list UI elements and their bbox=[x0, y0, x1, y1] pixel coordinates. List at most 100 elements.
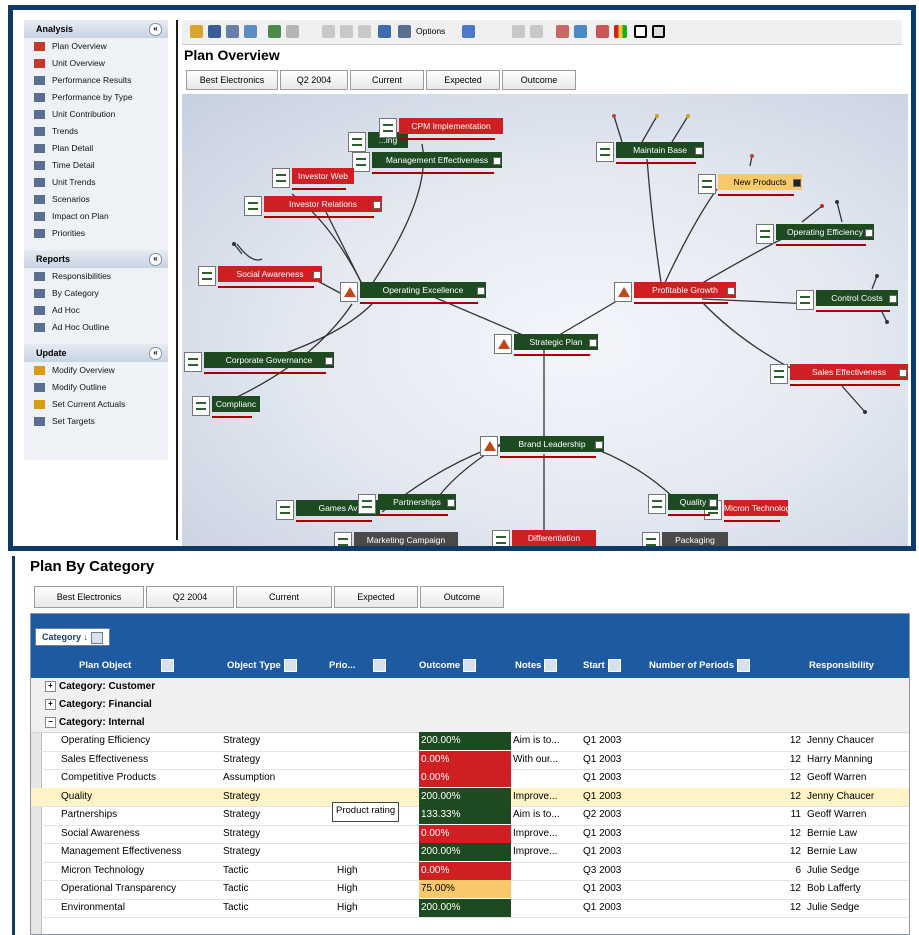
table-row[interactable]: Competitive Products Assumption 0.00% Q1 20… bbox=[31, 769, 909, 789]
cell-priority[interactable]: High bbox=[337, 899, 417, 917]
node-brand-leadership[interactable]: Brand Leadership bbox=[480, 436, 604, 458]
chart-type-icon[interactable] bbox=[462, 25, 475, 38]
table-row[interactable]: Partnerships Strategy 133.33% Aim is to... Q… bbox=[31, 806, 909, 826]
zoom-out-icon[interactable] bbox=[530, 25, 543, 38]
forward-icon[interactable] bbox=[286, 25, 299, 38]
node-maintain-base[interactable]: Maintain Base bbox=[596, 142, 704, 164]
collapse-icon[interactable]: − bbox=[45, 716, 56, 728]
table-row[interactable]: Operational Transparency Tactic High 75.00%… bbox=[31, 880, 909, 900]
sidebar-item-priorities[interactable]: Priorities bbox=[24, 225, 168, 242]
expand-icon[interactable] bbox=[325, 357, 333, 365]
cell-number-of-periods[interactable]: 12 bbox=[651, 769, 801, 787]
expand-icon[interactable] bbox=[589, 339, 597, 347]
expand-icon[interactable] bbox=[889, 295, 897, 303]
options-menu[interactable]: Options bbox=[416, 26, 445, 36]
table-row[interactable]: Social Awareness Strategy 0.00% Improve... Q… bbox=[31, 824, 909, 844]
node-corporate-governance[interactable]: Corporate Governance bbox=[184, 352, 334, 374]
cell-start[interactable]: Q1 2003 bbox=[583, 751, 647, 769]
cell-responsibility[interactable]: Harry Manning bbox=[807, 751, 909, 769]
filter-outcome[interactable]: Outcome bbox=[502, 70, 576, 90]
filter-company[interactable]: Best Electronics bbox=[186, 70, 278, 90]
sidebar-item-trends[interactable]: Trends bbox=[24, 123, 168, 140]
node-new-products[interactable]: New Products bbox=[698, 174, 802, 196]
table-row[interactable]: Operating Efficiency Strategy 200.00% Aim i… bbox=[31, 732, 909, 752]
node-packaging[interactable]: Packaging bbox=[642, 532, 728, 546]
cell-object-type[interactable]: Strategy bbox=[223, 788, 333, 806]
filter-dropdown-icon[interactable] bbox=[607, 658, 621, 672]
node-social-awareness[interactable]: Social Awareness bbox=[198, 266, 322, 288]
filter-period[interactable]: Q2 2004 bbox=[280, 70, 348, 90]
hierarchy-icon[interactable] bbox=[596, 25, 609, 38]
open-icon[interactable] bbox=[190, 25, 203, 38]
node-partnerships[interactable]: Partnerships bbox=[358, 494, 456, 516]
cell-outcome[interactable]: 200.00% bbox=[419, 787, 511, 806]
cell-outcome[interactable]: 0.00% bbox=[419, 861, 511, 880]
cell-number-of-periods[interactable]: 12 bbox=[651, 880, 801, 898]
print-icon[interactable] bbox=[226, 25, 239, 38]
options-icon[interactable] bbox=[398, 25, 411, 38]
back-icon[interactable] bbox=[268, 25, 281, 38]
table-row[interactable]: Environmental Tactic High 200.00% Q1 2003 12 J… bbox=[31, 898, 909, 918]
people-icon[interactable] bbox=[556, 25, 569, 38]
expand-icon[interactable] bbox=[899, 369, 907, 377]
col-outcome[interactable]: Outcome bbox=[419, 658, 477, 674]
node-profitable-growth[interactable]: Profitable Growth bbox=[614, 282, 736, 304]
filter-company[interactable]: Best Electronics bbox=[34, 586, 144, 608]
group-chip-category[interactable]: Category ↓ bbox=[35, 628, 110, 646]
category-row-customer[interactable]: + Category: Customer bbox=[31, 678, 909, 697]
cell-object-type[interactable]: Strategy bbox=[223, 751, 333, 769]
filter-dropdown-icon[interactable] bbox=[737, 658, 750, 672]
node-cpm-implementation[interactable]: CPM Implementation bbox=[379, 118, 503, 140]
cell-notes[interactable]: With our... bbox=[513, 751, 579, 769]
cell-plan-object[interactable]: Quality bbox=[61, 788, 221, 806]
expand-icon[interactable] bbox=[477, 287, 485, 295]
sidebar-section-analysis[interactable]: Analysis « bbox=[24, 20, 168, 38]
cell-outcome[interactable]: 75.00% bbox=[419, 880, 511, 898]
node-marketing-campaign[interactable]: Marketing Campaign bbox=[334, 532, 458, 546]
node-complianc[interactable]: Complianc bbox=[192, 396, 260, 418]
collapse-icon[interactable]: « bbox=[149, 347, 162, 360]
table-row[interactable]: Micron Technology Tactic High 0.00% Q3 2003 6… bbox=[31, 861, 909, 881]
sidebar-item-scenarios[interactable]: Scenarios bbox=[24, 191, 168, 208]
col-responsibility[interactable]: Responsibility bbox=[809, 658, 874, 674]
cell-responsibility[interactable]: Jenny Chaucer bbox=[807, 732, 909, 750]
cell-responsibility[interactable]: Julie Sedge bbox=[807, 899, 909, 917]
expand-icon[interactable] bbox=[727, 287, 735, 295]
cell-notes[interactable]: Improve... bbox=[513, 843, 579, 861]
sidebar-item-responsibilities[interactable]: Responsibilities bbox=[24, 268, 168, 285]
expand-icon[interactable] bbox=[695, 147, 703, 155]
col-notes[interactable]: Notes bbox=[515, 658, 558, 674]
zoom-in-icon[interactable] bbox=[512, 25, 525, 38]
link-icon[interactable] bbox=[574, 25, 587, 38]
col-start[interactable]: Start bbox=[583, 658, 621, 674]
sidebar-item-set-targets[interactable]: Set Targets bbox=[24, 413, 168, 430]
cell-responsibility[interactable]: Geoff Warren bbox=[807, 806, 909, 824]
status-colors-icon[interactable] bbox=[614, 25, 627, 38]
expand-icon[interactable] bbox=[373, 201, 381, 209]
dropdown-icon[interactable] bbox=[90, 631, 103, 644]
cell-plan-object[interactable]: Operational Transparency bbox=[61, 880, 221, 898]
node-sales-effectiveness[interactable]: Sales Effectiveness bbox=[770, 364, 908, 386]
filter-dropdown-icon[interactable] bbox=[544, 658, 558, 672]
cell-outcome[interactable]: 0.00% bbox=[419, 769, 511, 787]
node-investor-relations[interactable]: Investor Relations bbox=[244, 196, 382, 218]
sidebar-item-unit-overview[interactable]: Unit Overview bbox=[24, 55, 168, 72]
node-differentiation[interactable]: Differentiation bbox=[492, 530, 596, 546]
sidebar-item-time-detail[interactable]: Time Detail bbox=[24, 157, 168, 174]
cell-start[interactable]: Q1 2003 bbox=[583, 899, 647, 917]
cell-number-of-periods[interactable]: 12 bbox=[651, 899, 801, 917]
expand-icon[interactable] bbox=[447, 499, 455, 507]
filter-scenario[interactable]: Current bbox=[236, 586, 332, 608]
filter-period[interactable]: Q2 2004 bbox=[146, 586, 234, 608]
expand-icon[interactable] bbox=[493, 157, 501, 165]
cell-start[interactable]: Q1 2003 bbox=[583, 769, 647, 787]
layout-filled-icon[interactable] bbox=[652, 25, 665, 38]
cell-start[interactable]: Q1 2003 bbox=[583, 825, 647, 843]
expand-icon[interactable] bbox=[313, 271, 321, 279]
cell-plan-object[interactable]: Social Awareness bbox=[61, 825, 221, 843]
cell-start[interactable]: Q1 2003 bbox=[583, 732, 647, 750]
cell-outcome[interactable]: 133.33% bbox=[419, 806, 511, 824]
cell-number-of-periods[interactable]: 11 bbox=[651, 806, 801, 824]
sidebar-item-modify-outline[interactable]: Modify Outline bbox=[24, 379, 168, 396]
cell-outcome[interactable]: 0.00% bbox=[419, 750, 511, 769]
